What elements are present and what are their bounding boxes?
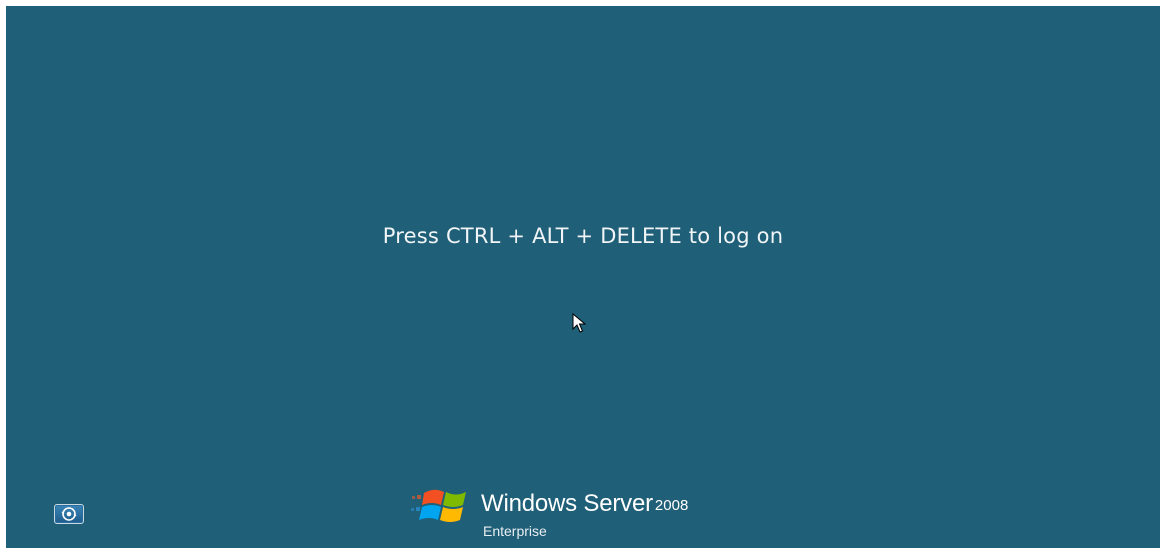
- product-edition: Enterprise: [483, 523, 547, 539]
- windows-flag-icon: [411, 489, 466, 522]
- product-version: 2008: [654, 497, 689, 514]
- mouse-pointer-icon: [572, 313, 586, 333]
- product-title: Windows Server: [481, 490, 653, 517]
- ease-of-access-icon: [61, 507, 77, 521]
- logon-screen: Press CTRL + ALT + DELETE to log on Wind…: [6, 6, 1160, 548]
- product-name: Windows Server 2008: [481, 490, 688, 518]
- logon-prompt: Press CTRL + ALT + DELETE to log on: [382, 224, 784, 248]
- ease-of-access-button[interactable]: [54, 504, 84, 524]
